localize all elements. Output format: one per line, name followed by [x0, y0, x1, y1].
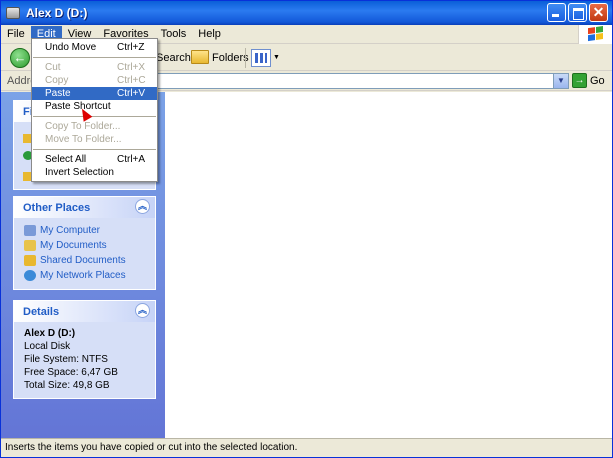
toolbar-divider: [245, 48, 246, 68]
maximize-button[interactable]: [568, 3, 587, 22]
folders-icon[interactable]: [191, 50, 209, 64]
details-header[interactable]: Details ︽: [14, 301, 155, 322]
search-button[interactable]: Search: [156, 52, 191, 64]
menu-item-copy-to-folder: Copy To Folder...: [32, 120, 157, 133]
collapse-chevron-icon[interactable]: ︽: [135, 199, 150, 214]
go-arrow-icon[interactable]: →: [572, 73, 587, 88]
address-input[interactable]: [157, 73, 568, 89]
other-places-title: Other Places: [23, 201, 91, 214]
menu-item-label: Paste: [45, 88, 71, 99]
link-label: My Documents: [40, 240, 107, 251]
menu-item-label: Invert Selection: [45, 167, 114, 178]
details-box: Details ︽ Alex D (D:) Local Disk File Sy…: [13, 300, 156, 399]
link-my-network-places[interactable]: My Network Places: [24, 268, 146, 283]
window-controls: ✕: [547, 3, 608, 22]
drive-icon: [6, 7, 20, 19]
free-space: Free Space: 6,47 GB: [24, 367, 118, 378]
edit-menu-dropdown: Undo Move Ctrl+Z Cut Ctrl+X Copy Ctrl+C Pas…: [31, 38, 158, 182]
menu-item-invert-selection[interactable]: Invert Selection: [32, 166, 157, 179]
explorer-window: Alex D (D:) ✕ File Edit View Favorites T…: [0, 0, 613, 458]
menu-item-label: Move To Folder...: [45, 134, 122, 145]
other-places-box: Other Places ︽ My Computer My Documents …: [13, 196, 156, 290]
menu-item-label: Select All: [45, 154, 87, 165]
menu-tools[interactable]: Tools: [155, 26, 193, 43]
link-label: My Network Places: [40, 270, 126, 281]
menu-item-shortcut: Ctrl+C: [117, 75, 146, 86]
windows-flag-icon: [588, 26, 604, 42]
menu-help[interactable]: Help: [192, 26, 227, 43]
network-icon: [24, 270, 36, 281]
close-button[interactable]: ✕: [589, 3, 608, 22]
back-arrow-icon[interactable]: ←: [10, 48, 30, 68]
menu-item-shortcut: Ctrl+A: [117, 154, 146, 165]
menu-item-label: Copy: [45, 75, 69, 86]
link-my-computer[interactable]: My Computer: [24, 223, 146, 238]
menu-item-label: Undo Move: [45, 42, 97, 53]
status-text: Inserts the items you have copied or cut…: [5, 442, 298, 453]
file-list-area[interactable]: [165, 92, 612, 438]
windows-logo: [578, 25, 612, 44]
menu-divider: [33, 116, 156, 117]
drive-name: Alex D (D:): [24, 328, 76, 339]
file-system: File System: NTFS: [24, 354, 108, 365]
my-computer-icon: [24, 225, 36, 236]
menu-item-paste[interactable]: Paste Ctrl+V: [32, 87, 157, 100]
menu-item-shortcut: Ctrl+Z: [117, 42, 145, 53]
details-body: Alex D (D:) Local Disk File System: NTFS…: [14, 322, 155, 398]
menu-item-label: Copy To Folder...: [45, 121, 121, 132]
menu-item-paste-shortcut[interactable]: Paste Shortcut: [32, 100, 157, 122]
other-places-list: My Computer My Documents Shared Document…: [14, 218, 155, 289]
total-size: Total Size: 49,8 GB: [24, 380, 110, 391]
address-dropdown-icon[interactable]: ▼: [553, 73, 569, 89]
link-label: My Computer: [40, 225, 101, 236]
status-bar: Inserts the items you have copied or cut…: [1, 438, 612, 457]
drive-type: Local Disk: [24, 341, 71, 352]
link-my-documents[interactable]: My Documents: [24, 238, 146, 253]
collapse-chevron-icon[interactable]: ︽: [135, 303, 150, 318]
menu-item-undo-move[interactable]: Undo Move Ctrl+Z: [32, 41, 157, 54]
close-icon: ✕: [592, 4, 605, 20]
menu-item-move-to-folder: Move To Folder...: [32, 133, 157, 146]
menu-item-shortcut: Ctrl+V: [117, 88, 146, 99]
details-title: Details: [23, 305, 60, 318]
window-title: Alex D (D:): [26, 6, 88, 20]
views-dropdown-icon[interactable]: ▼: [273, 54, 280, 61]
link-label: Shared Documents: [40, 255, 126, 266]
folders-button[interactable]: Folders: [212, 52, 249, 64]
menu-divider: [33, 57, 156, 58]
menu-divider: [33, 149, 156, 150]
minimize-button[interactable]: [547, 3, 566, 22]
menu-item-cut: Cut Ctrl+X: [32, 61, 157, 74]
menu-item-shortcut: Ctrl+X: [117, 62, 146, 73]
go-button[interactable]: Go: [590, 75, 605, 87]
menu-item-label: Cut: [45, 62, 61, 73]
other-places-header[interactable]: Other Places ︽: [14, 197, 155, 218]
menu-file[interactable]: File: [1, 26, 31, 43]
title-bar[interactable]: Alex D (D:) ✕: [1, 1, 612, 25]
menu-item-select-all[interactable]: Select All Ctrl+A: [32, 153, 157, 166]
link-shared-documents[interactable]: Shared Documents: [24, 253, 146, 268]
shared-folder-icon: [24, 255, 36, 266]
menu-item-copy: Copy Ctrl+C: [32, 74, 157, 87]
my-documents-icon: [24, 240, 36, 251]
views-icon[interactable]: [251, 49, 271, 67]
